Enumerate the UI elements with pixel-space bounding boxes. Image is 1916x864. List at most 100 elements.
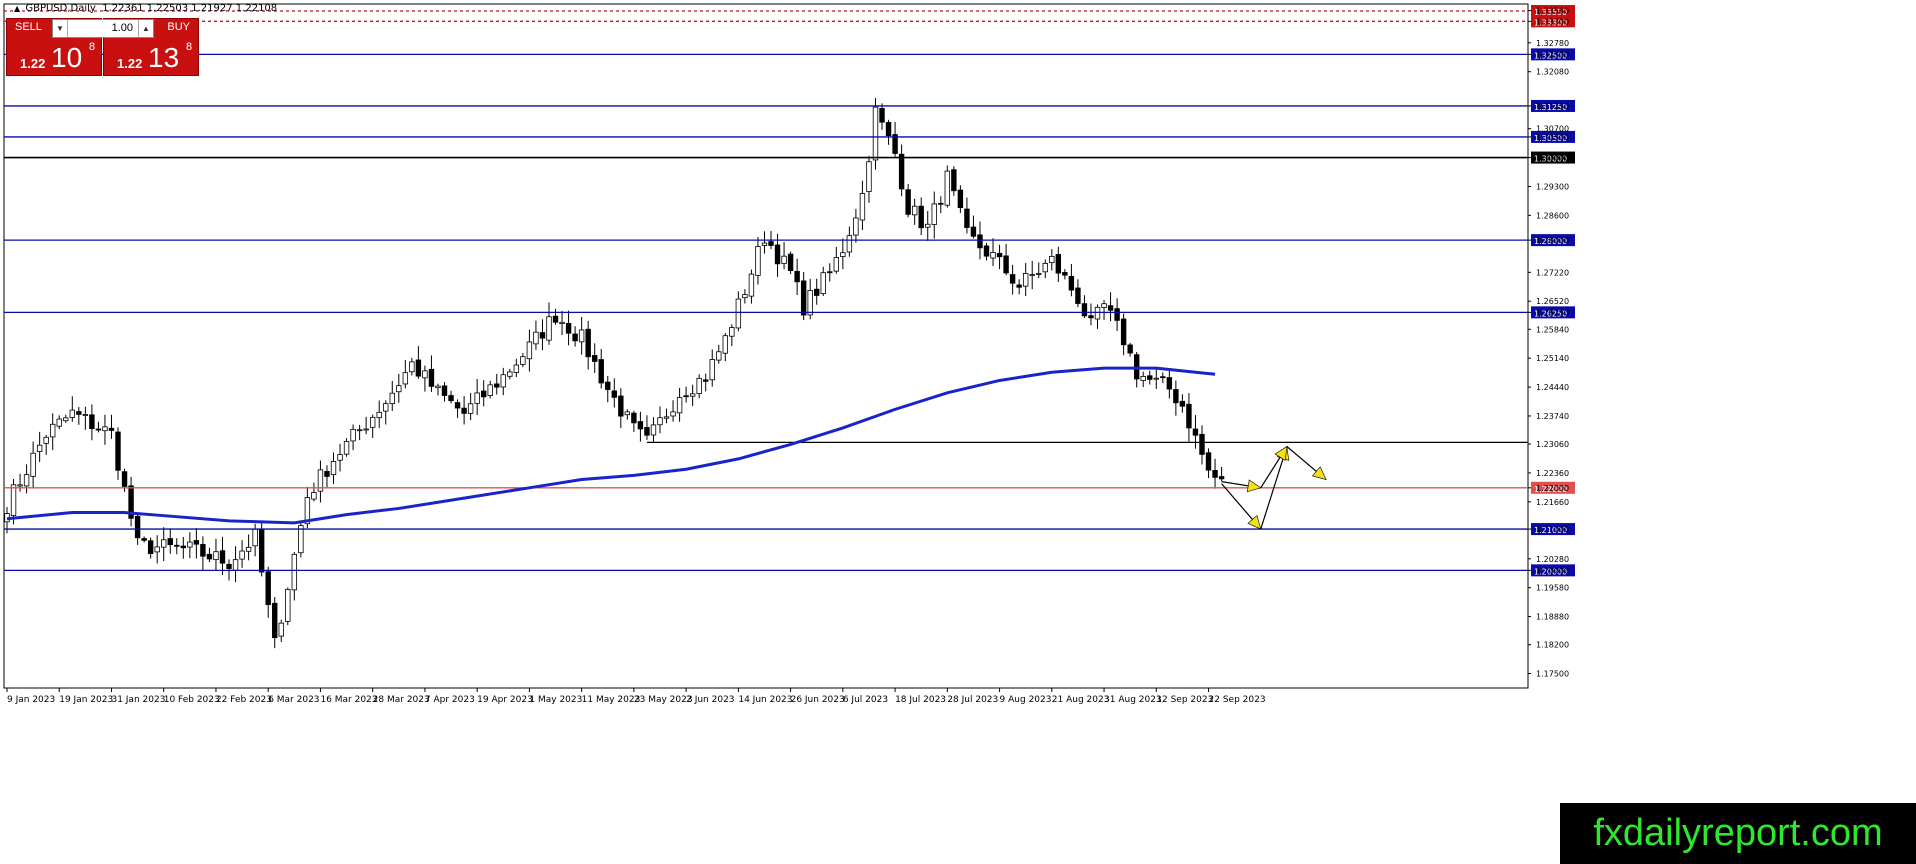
candle-body [1153,377,1159,380]
buy-price-big: 13 [148,42,180,73]
candle [755,236,761,285]
candle [631,410,637,433]
quantity-stepper[interactable]: ▼ 1.00 ▲ [52,19,154,38]
candle-body [1062,272,1068,276]
candle [1199,425,1205,465]
candle-body [272,602,278,639]
candle [872,98,879,170]
x-tick-label: 31 Aug 2023 [1104,695,1162,705]
candle [598,348,604,389]
y-tick-label: 1.18200 [1536,641,1569,650]
candle-body [1068,276,1075,291]
candle-body [513,364,520,373]
candle [944,165,951,208]
candle-body [134,515,141,539]
candle-body [441,385,448,396]
candle-body [167,538,173,546]
candle [1173,380,1179,416]
candle [637,411,644,442]
candle [742,289,748,304]
candle-body [526,341,533,360]
x-tick-label: 26 Jun 2023 [791,695,845,705]
x-tick-label: 31 Jan 2023 [111,695,165,705]
buy-price-prefix: 1.22 [117,56,143,71]
quantity-input[interactable]: 1.00 [112,22,133,34]
candle-body [944,170,951,206]
candle-body [1173,389,1179,404]
candle [500,367,506,396]
candle-body [748,273,755,297]
candle-body [454,402,461,409]
candle [911,198,918,225]
candle-body [872,106,879,161]
candle [833,246,840,274]
candle [461,396,467,425]
price-chart[interactable]: 1.333001.335501.325001.312501.305001.300… [0,0,1916,864]
candle-body [239,550,245,560]
chevron-up-icon[interactable]: ▲ [138,20,153,37]
x-tick-label: 19 Jan 2023 [59,695,113,705]
candle-body [578,329,585,343]
candle-body [814,288,820,296]
candle [1101,300,1107,320]
candle-body [879,107,885,123]
candle-body [17,484,23,487]
candle-body [396,385,402,393]
candle-body [637,421,644,430]
candle [1212,458,1218,489]
candle-body [507,371,513,377]
candle [539,319,546,351]
candle-body [644,427,650,436]
x-tick-label: 1 May 2023 [529,695,582,705]
y-tick-label: 1.30500 [1536,133,1569,142]
candle-body [402,372,409,385]
sell-price-prefix: 1.22 [20,56,46,71]
candle-body [689,393,696,397]
y-tick-label: 1.23060 [1536,440,1569,449]
candle [794,258,800,296]
candle-body [480,390,487,398]
candle [356,424,363,441]
candle-body [1049,255,1055,264]
candle [552,308,559,325]
candle-body [154,546,160,553]
candle-body [840,252,846,257]
candle [820,266,826,297]
candle [709,349,715,387]
candle-body [337,454,343,461]
candle [689,384,696,407]
candle-body [624,411,631,416]
arrow-head-icon [1274,445,1288,461]
candle-body [676,397,683,414]
symbol-label: GBPUSD,Daily [25,3,96,14]
candle [1218,466,1225,482]
candle [526,329,533,372]
triangle-icon: ▲ [14,4,21,13]
y-tick-label: 1.27220 [1536,268,1569,277]
arrow-head-icon [1246,479,1262,493]
candle-body [990,252,996,259]
candle [879,103,885,130]
candle [807,278,813,320]
x-tick-label: 10 Feb 2023 [164,695,220,705]
candle-body [1120,318,1127,346]
candle-body [683,395,689,398]
levels-group: 1.333001.335501.325001.312501.305001.300… [4,5,1575,577]
candle [43,434,49,455]
candle [716,344,722,364]
candle-body [69,409,75,418]
chevron-down-icon[interactable]: ▼ [53,20,68,37]
candle-body [605,381,611,390]
candle [1062,269,1068,280]
candle [36,431,43,463]
candle [748,269,755,304]
candle-body [43,436,49,444]
candle [592,343,598,373]
candle-body [1147,375,1153,380]
candle-body [696,377,702,394]
y-tick-label: 1.22000 [1536,484,1569,493]
candle [1022,262,1029,297]
candle-body [415,359,422,377]
candle-body [735,298,742,329]
y-tick-label: 1.22360 [1536,469,1569,478]
